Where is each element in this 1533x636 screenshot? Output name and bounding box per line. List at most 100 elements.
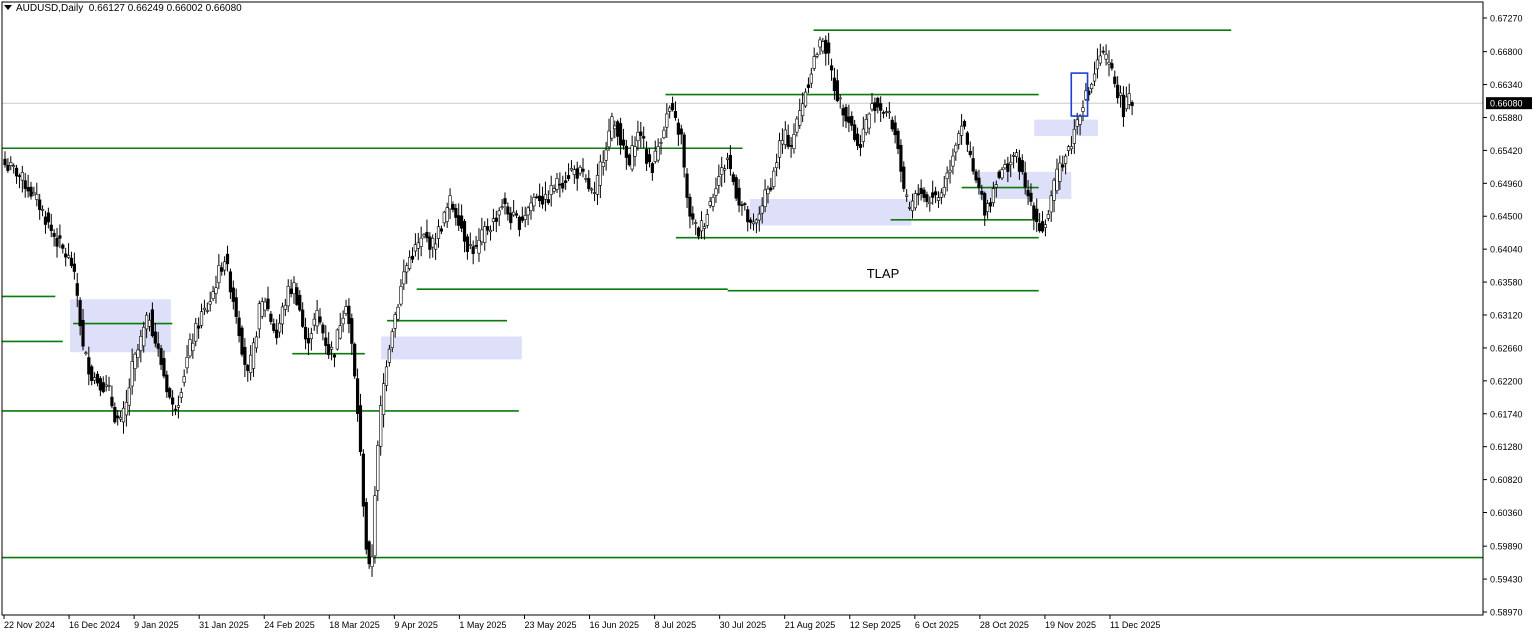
candle xyxy=(462,218,467,253)
candle xyxy=(867,112,871,135)
candle xyxy=(939,188,943,205)
candle-body xyxy=(78,300,82,327)
candle xyxy=(896,128,900,155)
candle xyxy=(775,153,779,177)
candle-body xyxy=(928,201,932,205)
x-tick-label: 9 Jan 2025 xyxy=(134,620,179,630)
candle-body xyxy=(14,167,19,177)
candle xyxy=(1035,198,1039,233)
candle xyxy=(523,206,527,228)
candle-body xyxy=(92,377,97,381)
candle-body xyxy=(939,192,943,198)
candle xyxy=(1118,85,1123,108)
candle xyxy=(983,191,987,226)
candle xyxy=(17,173,22,189)
candle xyxy=(853,119,857,142)
candle-body xyxy=(751,221,756,225)
candle-body xyxy=(613,125,617,130)
candle-body xyxy=(1058,162,1062,182)
candle xyxy=(595,163,600,206)
candle xyxy=(113,402,117,424)
candle-body xyxy=(1040,221,1045,232)
candle-body xyxy=(52,232,56,237)
candle xyxy=(480,217,484,246)
x-tick-label: 6 Oct 2025 xyxy=(915,620,959,630)
candle xyxy=(662,126,666,140)
candle xyxy=(1000,167,1004,181)
x-tick-label: 16 Dec 2024 xyxy=(69,620,120,630)
candle xyxy=(731,171,735,186)
candle xyxy=(72,252,76,280)
candle xyxy=(685,168,689,209)
candle xyxy=(945,166,949,192)
candle-body xyxy=(23,180,27,189)
candle xyxy=(910,193,915,219)
candle-body xyxy=(1020,160,1024,173)
candle-body xyxy=(798,110,802,126)
candle-body xyxy=(538,195,542,202)
candle xyxy=(714,177,718,203)
price-chart[interactable]: TLAP 0.67270 0.66800 0.66340 0.65880 0.65420… xyxy=(0,0,1533,636)
candle-body xyxy=(1075,119,1079,127)
candle xyxy=(855,127,860,151)
candle-body xyxy=(20,172,24,181)
x-tick-label: 9 Apr 2025 xyxy=(394,620,438,630)
candle-body xyxy=(662,129,666,139)
candle xyxy=(26,174,30,198)
candle-body xyxy=(416,242,420,249)
candle-body xyxy=(699,220,704,232)
candle-body xyxy=(572,169,576,175)
x-tick-label: 28 Oct 2025 xyxy=(980,620,1029,630)
candle xyxy=(1040,211,1045,234)
candle-body xyxy=(277,323,282,333)
candle-body xyxy=(32,191,36,195)
candle-body xyxy=(460,215,464,229)
candle-body xyxy=(801,103,805,117)
candle xyxy=(335,328,339,351)
candle xyxy=(488,225,493,241)
candle-body xyxy=(202,307,207,311)
candle xyxy=(942,175,946,198)
candle xyxy=(191,333,195,359)
candle-body xyxy=(306,337,311,344)
candle xyxy=(968,141,972,158)
candle-body xyxy=(188,339,192,357)
y-tick-label: 0.61280 xyxy=(1490,442,1523,452)
candle xyxy=(355,368,360,422)
candle xyxy=(1061,155,1065,172)
candle xyxy=(52,229,56,247)
candle-body xyxy=(254,336,259,349)
candle xyxy=(1046,209,1050,222)
candle-body xyxy=(610,116,614,139)
candle xyxy=(783,121,787,150)
candle-body xyxy=(858,144,863,148)
candle-body xyxy=(116,415,120,419)
candle xyxy=(624,139,628,170)
candle-body xyxy=(720,167,724,175)
candle xyxy=(497,207,501,227)
candle-body xyxy=(249,354,253,373)
candle xyxy=(451,201,455,213)
candle-body xyxy=(630,145,634,170)
candle-body xyxy=(1066,146,1071,151)
x-tick-label: 16 Jun 2025 xyxy=(590,620,640,630)
candle xyxy=(806,77,811,94)
candle-body xyxy=(919,187,923,195)
candle-body xyxy=(72,263,76,272)
candle-body xyxy=(564,180,568,183)
candle-body xyxy=(396,306,400,320)
candle-body xyxy=(338,325,342,339)
candle-body xyxy=(931,192,935,198)
candle xyxy=(679,124,683,145)
candle-body xyxy=(350,318,354,344)
candle-body xyxy=(1113,76,1117,84)
candle-body xyxy=(197,325,201,329)
candle-body xyxy=(191,342,195,351)
x-tick-label: 8 Jul 2025 xyxy=(655,620,697,630)
candle-body xyxy=(965,132,969,145)
candle-body xyxy=(829,65,834,71)
candle xyxy=(801,92,805,123)
candle-body xyxy=(419,237,423,247)
candle xyxy=(168,386,172,400)
candle-body xyxy=(636,131,640,141)
